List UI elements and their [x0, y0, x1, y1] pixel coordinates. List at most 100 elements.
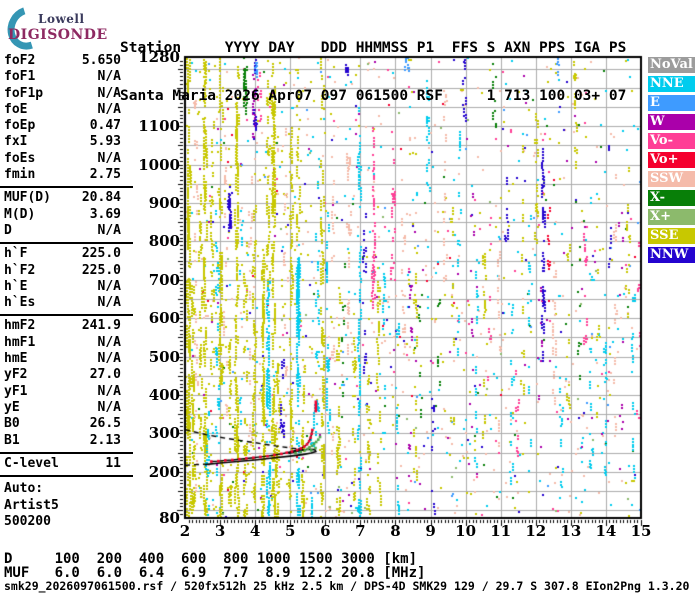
panel-separator [0, 186, 133, 189]
param-row: B0 26.5 [0, 416, 133, 432]
legend-item-x: X+ [648, 209, 695, 225]
param-row: foE N/A [0, 102, 133, 118]
doppler-direction-legend: NoVal NNE E W Vo- Vo+ SSW X- X+ SSE NNW [648, 57, 698, 266]
x-axis-label: 4 [249, 522, 261, 540]
legend-item-e: E [648, 95, 695, 111]
param-row: fmin 2.75 [0, 167, 133, 183]
param-row: foF1p N/A [0, 86, 133, 102]
param-value: 26.5 [89, 416, 121, 432]
logo-lowell-text: Lowell [38, 12, 85, 26]
legend-item-w: W [648, 114, 695, 130]
lowell-digisonde-logo: Lowell DIGISONDE [0, 0, 126, 57]
param-label: fmin [4, 167, 36, 183]
param-label: B0 [4, 416, 20, 432]
param-value: 2.75 [89, 167, 121, 183]
x-axis-label: 15 [630, 522, 652, 540]
legend-item-noval: NoVal [648, 57, 695, 73]
param-label: foEs [4, 150, 36, 166]
param-label: hmF2 [4, 318, 36, 334]
param-value: N/A [97, 222, 121, 238]
param-value: 27.0 [89, 367, 121, 383]
digisonde-ionogram-app: Lowell DIGISONDE Station YYYY DAY DDD HH… [0, 0, 700, 600]
param-label: h`F [4, 246, 28, 262]
param-value: N/A [97, 295, 121, 311]
panel-separator [0, 475, 133, 478]
param-label: foEp [4, 118, 36, 134]
param-value: N/A [97, 334, 121, 350]
param-label: hmE [4, 351, 28, 367]
auto-scaler-line: Auto: [4, 481, 44, 497]
param-label: yF2 [4, 367, 28, 383]
header-field-values: Santa Maria 2026 Apr07 097 061500 RSF 1 … [120, 88, 627, 104]
x-axis-label: 7 [355, 522, 366, 540]
param-value: N/A [97, 383, 121, 399]
legend-item-vo: Vo+ [648, 152, 695, 168]
param-label: yF1 [4, 383, 28, 399]
auto-scaler-line: Artist5 [4, 497, 59, 513]
param-value: 241.9 [81, 318, 121, 334]
param-row: yE N/A [0, 400, 133, 416]
x-axis-label: 6 [320, 522, 331, 540]
param-value: 3.69 [89, 206, 121, 222]
x-axis-label: 8 [390, 522, 401, 540]
status-line: smk29_2026097061500.rsf / 520fx512h 25 k… [4, 579, 690, 593]
param-row: foEp 0.47 [0, 118, 133, 134]
param-value: 225.0 [81, 262, 121, 278]
y-axis-label: 900 [148, 193, 180, 212]
param-label: foF1p [4, 85, 44, 101]
auto-scaler-line: 500200 [4, 514, 51, 530]
param-value: 225.0 [81, 246, 121, 262]
y-axis-label: 400 [148, 386, 180, 405]
panel-separator [0, 314, 133, 317]
param-row: hmF1 N/A [0, 335, 133, 351]
param-label: fxI [4, 134, 28, 150]
y-axis-label: 600 [148, 309, 180, 328]
param-label: h`Es [4, 295, 36, 311]
param-row: fxI 5.93 [0, 134, 133, 150]
param-label: foF1 [4, 69, 36, 85]
param-value: 20.84 [81, 190, 121, 206]
param-row: h`F2 225.0 [0, 263, 133, 279]
y-axis-label: 800 [148, 232, 180, 251]
param-row: hmE N/A [0, 351, 133, 367]
x-axis-label: 14 [595, 522, 617, 540]
y-axis-label: 200 [148, 462, 180, 481]
legend-item-sse: SSE [648, 228, 695, 244]
param-label: B1 [4, 432, 20, 448]
param-value: N/A [97, 399, 121, 415]
param-label: MUF(D) [4, 190, 51, 206]
legend-item-ssw: SSW [648, 171, 695, 187]
param-row: h`E N/A [0, 279, 133, 295]
y-axis-label: 300 [148, 424, 180, 443]
param-label: D [4, 222, 12, 238]
y-axis-label: 1100 [138, 117, 180, 136]
param-row: B1 2.13 [0, 433, 133, 449]
param-row: yF1 N/A [0, 384, 133, 400]
legend-item-nnw: NNW [648, 247, 695, 263]
param-label: h`E [4, 278, 28, 294]
param-value: 2.13 [89, 432, 121, 448]
param-row: foF1 N/A [0, 69, 133, 85]
param-row: C-level 11 [0, 456, 133, 472]
x-axis-label: 2 [179, 522, 191, 540]
param-row: hmF2 241.9 [0, 318, 133, 334]
param-value: N/A [97, 101, 121, 117]
y-axis-label: 1000 [138, 155, 180, 174]
param-row: M(D) 3.69 [0, 207, 133, 223]
x-axis-label: 3 [214, 522, 226, 540]
x-axis-label: 10 [455, 522, 477, 540]
param-label: foF2 [4, 53, 36, 68]
param-value: N/A [97, 69, 121, 85]
x-axis-label: 5 [285, 522, 296, 540]
param-row: h`F 225.0 [0, 246, 133, 262]
legend-item-vo: Vo- [648, 133, 695, 149]
param-row: foEs N/A [0, 151, 133, 167]
param-value: 11 [105, 455, 121, 471]
auto-scaler-block: Auto: Artist5 500200 [0, 481, 133, 531]
param-value: 5.93 [89, 134, 121, 150]
param-value: N/A [97, 150, 121, 166]
param-row: D N/A [0, 223, 133, 239]
panel-separator [0, 242, 133, 245]
param-value: N/A [97, 351, 121, 367]
param-label: M(D) [4, 206, 36, 222]
